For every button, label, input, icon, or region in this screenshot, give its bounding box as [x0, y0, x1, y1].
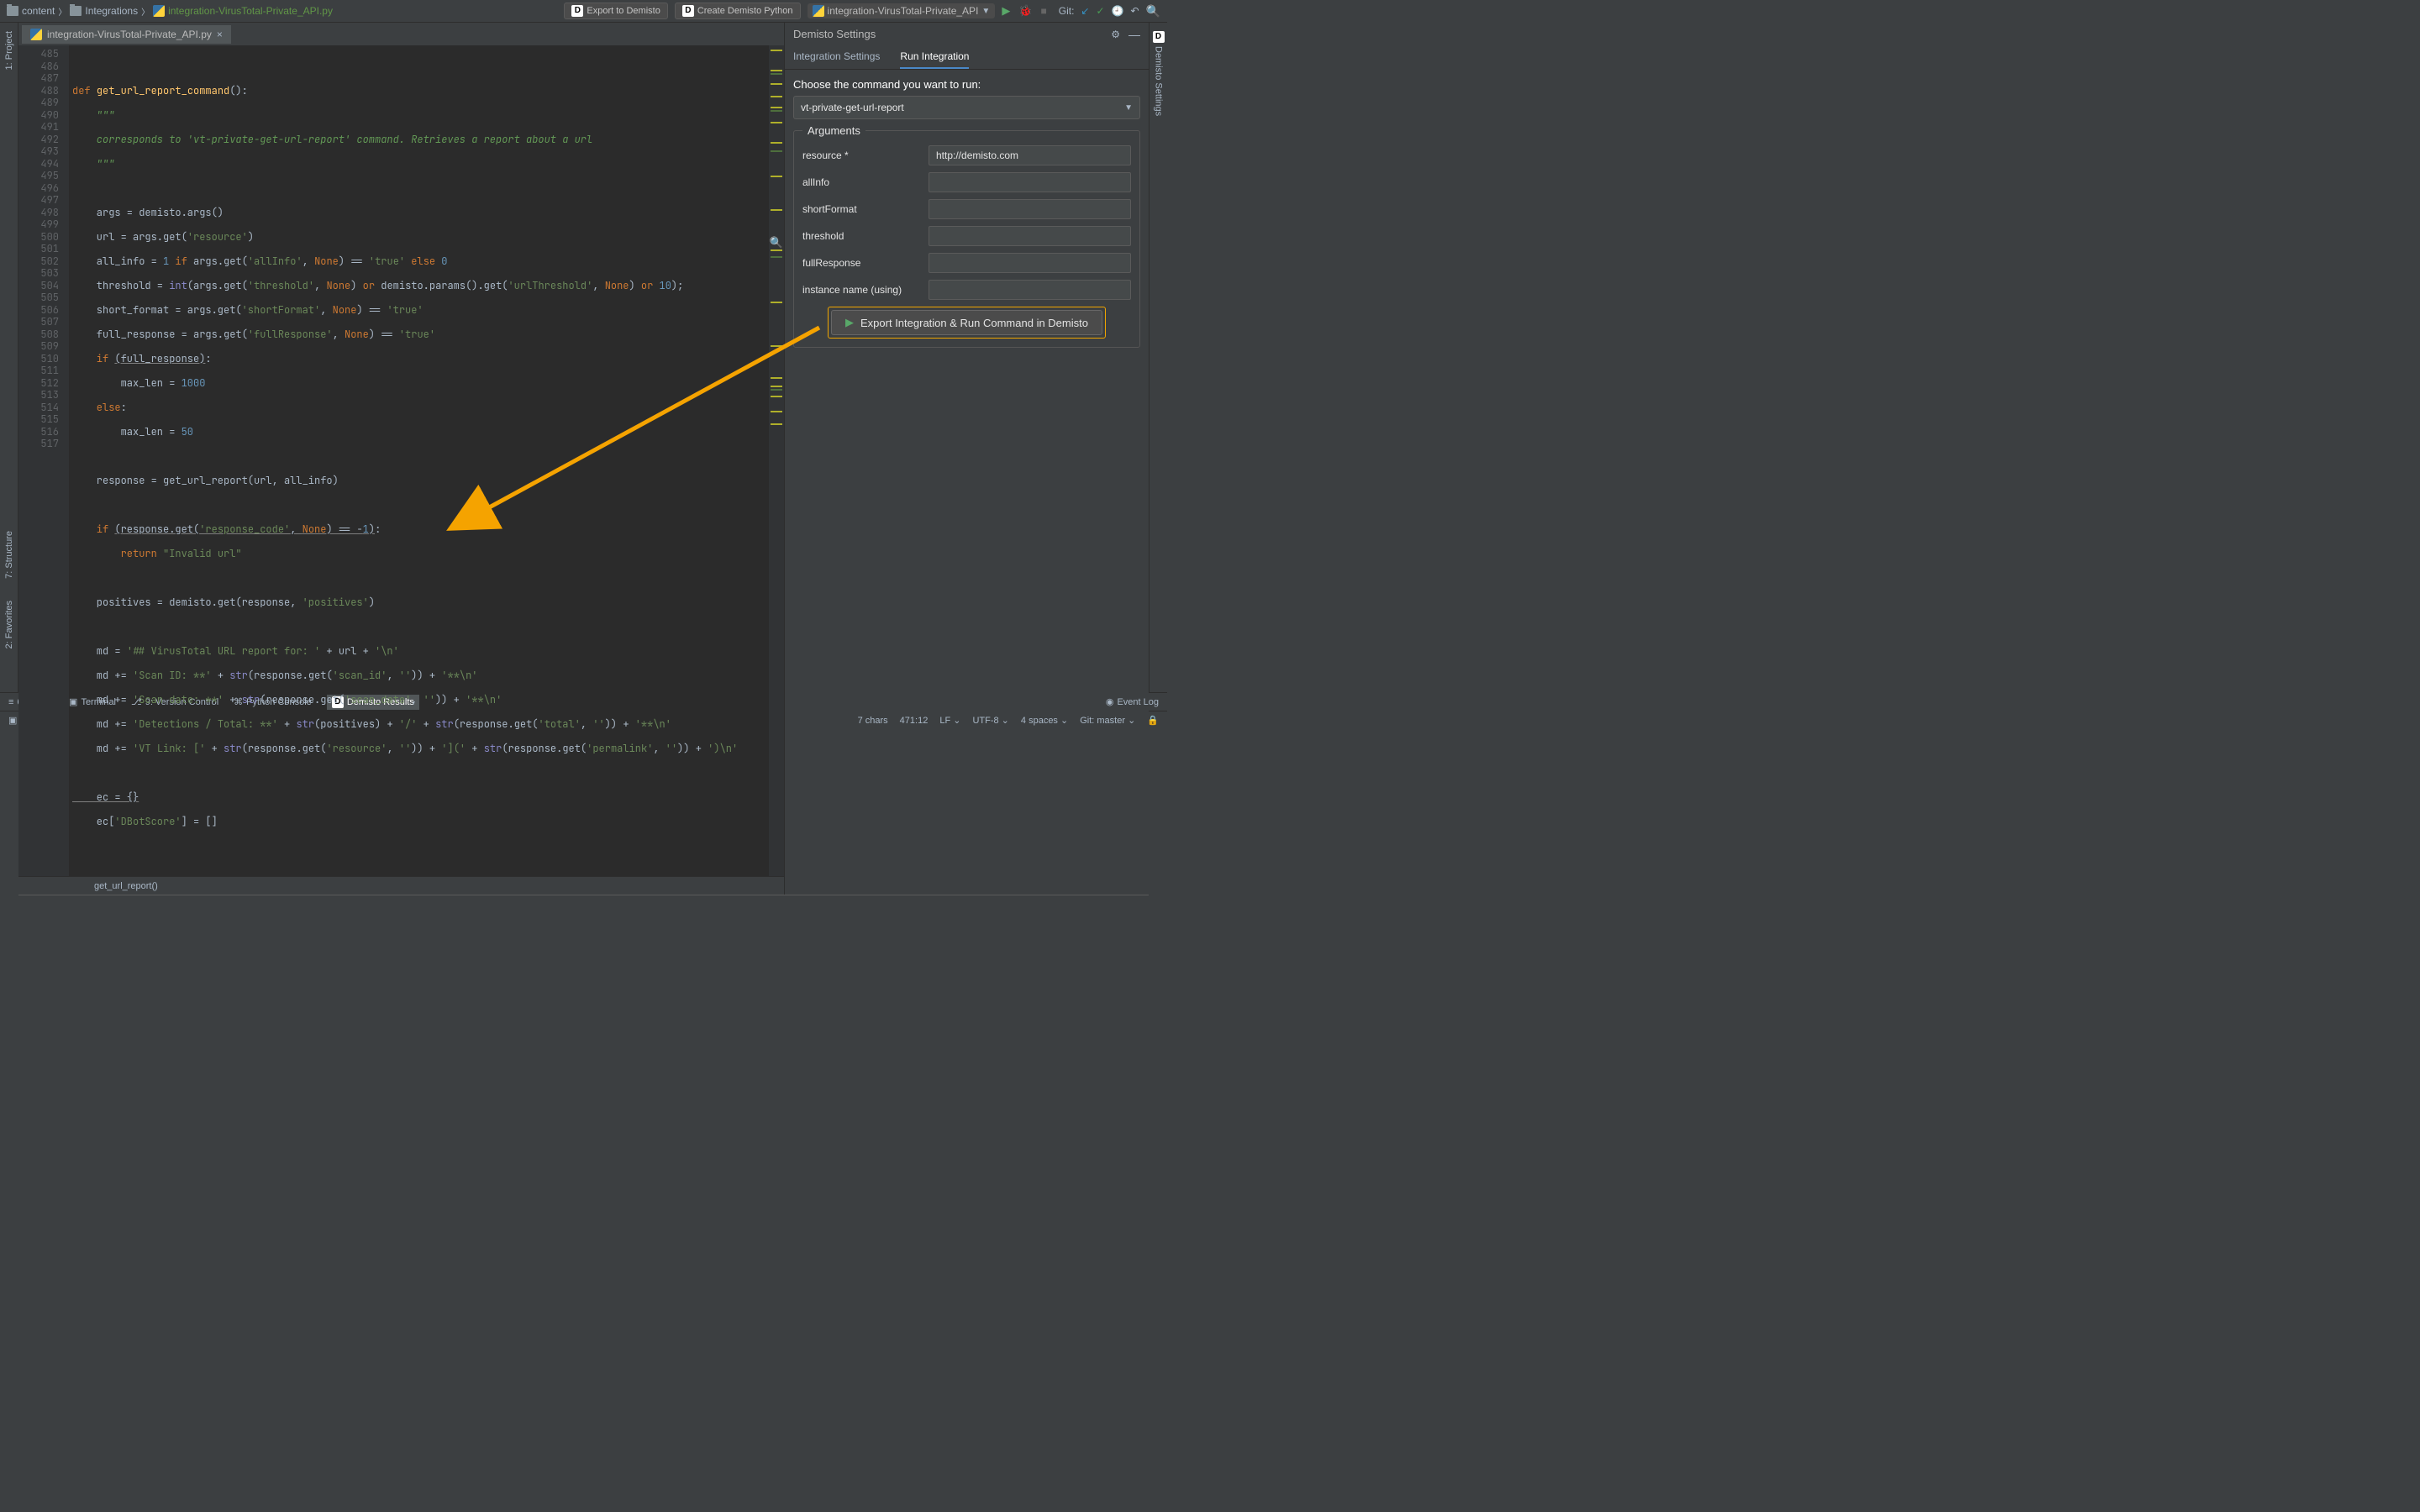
arg-threshold-input[interactable]	[929, 226, 1131, 246]
demisto-icon: D	[1153, 31, 1165, 43]
settings-body: Choose the command you want to run: vt-p…	[785, 70, 1149, 895]
arguments-legend: Arguments	[802, 124, 865, 137]
debug-icon[interactable]: 🐞	[1018, 4, 1032, 18]
status-chars: 7 chars	[858, 716, 888, 726]
editor-tab-row: integration-VirusTotal-Private_API.py ×	[18, 23, 784, 45]
status-indent[interactable]: 4 spaces ⌄	[1021, 715, 1068, 726]
arg-allinfo-label: allInfo	[802, 176, 920, 188]
play-icon: ▶	[845, 316, 854, 329]
gear-icon[interactable]: ⚙	[1111, 29, 1120, 40]
code-area[interactable]: 4854864874884894904914924934944954964974…	[18, 45, 784, 876]
arg-fullresponse-label: fullResponse	[802, 257, 920, 269]
lock-icon[interactable]: 🔒	[1147, 715, 1159, 726]
close-tab-icon[interactable]: ×	[217, 29, 223, 40]
choose-command-label: Choose the command you want to run:	[793, 78, 1140, 91]
demisto-icon: D	[571, 5, 583, 17]
run-config-label: integration-VirusTotal-Private_API	[828, 5, 979, 17]
center-column: integration-VirusTotal-Private_API.py × …	[18, 23, 1149, 692]
export-demisto-label: Export to Demisto	[587, 6, 660, 16]
python-file-icon	[30, 29, 42, 40]
breadcrumb-content[interactable]: content	[22, 5, 55, 17]
status-position[interactable]: 471:12	[900, 716, 929, 726]
search-icon[interactable]: 🔍	[1146, 4, 1160, 18]
file-tab[interactable]: integration-VirusTotal-Private_API.py ×	[22, 25, 231, 44]
arg-shortformat-label: shortFormat	[802, 203, 920, 215]
git-label: Git:	[1059, 5, 1075, 17]
file-tab-label: integration-VirusTotal-Private_API.py	[47, 29, 212, 40]
chevron-down-icon: ▼	[981, 7, 990, 16]
arguments-fieldset: Arguments resource * allInfo shortFormat	[793, 124, 1140, 348]
breadcrumb-integrations[interactable]: Integrations	[85, 5, 138, 17]
status-line-sep[interactable]: LF ⌄	[939, 715, 960, 726]
create-demisto-python-button[interactable]: D Create Demisto Python	[675, 3, 801, 19]
create-python-label: Create Demisto Python	[697, 6, 793, 16]
editor-pane: integration-VirusTotal-Private_API.py × …	[18, 23, 784, 895]
settings-title: Demisto Settings	[793, 28, 876, 40]
code-breadcrumb[interactable]: get_url_report()	[18, 876, 784, 895]
top-navigation-bar: content 〉 Integrations 〉 integration-Vir…	[0, 0, 1167, 23]
arg-resource-label: resource *	[802, 150, 920, 161]
export-button-highlight: ▶ Export Integration & Run Command in De…	[828, 307, 1106, 339]
command-selected-value: vt-private-get-url-report	[801, 102, 904, 113]
favorites-tool-tab[interactable]: 2: Favorites	[4, 597, 14, 652]
arg-fullresponse-input[interactable]	[929, 253, 1131, 273]
toolbar-buttons: D Export to Demisto D Create Demisto Pyt…	[564, 3, 1160, 19]
arg-instancename-input[interactable]	[929, 280, 1131, 300]
vcs-update-icon[interactable]: ↙	[1081, 5, 1089, 17]
editor-row: integration-VirusTotal-Private_API.py × …	[18, 23, 1149, 895]
left-tool-sidebar: 1: Project 7: Structure 2: Favorites	[0, 23, 18, 692]
project-tool-tab[interactable]: 1: Project	[4, 28, 14, 73]
run-icon[interactable]: ▶	[1002, 4, 1010, 18]
event-log-tab[interactable]: ◉ Event Log	[1106, 696, 1159, 707]
python-file-icon	[153, 5, 165, 17]
minimize-icon[interactable]: —	[1128, 28, 1140, 41]
demisto-settings-panel: Demisto Settings ⚙ — Integration Setting…	[784, 23, 1149, 895]
code-content[interactable]: def get_url_report_command(): """ corres…	[69, 45, 769, 876]
vcs-history-icon[interactable]: 🕘	[1112, 5, 1124, 17]
arg-allinfo-input[interactable]	[929, 172, 1131, 192]
status-left-icon[interactable]: ▣	[8, 715, 17, 726]
chevron-right-icon: 〉	[58, 5, 66, 18]
breadcrumb-file[interactable]: integration-VirusTotal-Private_API.py	[168, 5, 333, 17]
command-select[interactable]: vt-private-get-url-report ▼	[793, 96, 1140, 119]
git-controls: ↙ ✓ 🕘 ↶	[1081, 5, 1139, 17]
tab-integration-settings[interactable]: Integration Settings	[793, 45, 880, 69]
main-area: 1: Project 7: Structure 2: Favorites int…	[0, 23, 1167, 692]
run-configuration-selector[interactable]: integration-VirusTotal-Private_API ▼	[808, 3, 996, 18]
arg-shortformat-input[interactable]	[929, 199, 1131, 219]
chevron-down-icon: ▼	[1124, 103, 1133, 113]
chevron-right-icon: 〉	[141, 5, 150, 18]
line-gutter: 4854864874884894904914924934944954964974…	[18, 45, 69, 876]
settings-header: Demisto Settings ⚙ —	[785, 23, 1149, 45]
demisto-icon: D	[682, 5, 694, 17]
arg-resource-input[interactable]	[929, 145, 1131, 165]
export-button-label: Export Integration & Run Command in Demi…	[860, 317, 1088, 329]
tab-run-integration[interactable]: Run Integration	[900, 45, 969, 69]
python-file-icon	[813, 5, 824, 17]
right-tool-sidebar: D Demisto Settings	[1149, 23, 1167, 692]
status-encoding[interactable]: UTF-8 ⌄	[972, 715, 1008, 726]
stop-icon[interactable]: ■	[1041, 5, 1047, 17]
vcs-commit-icon[interactable]: ✓	[1096, 5, 1104, 17]
lens-icon[interactable]: 🔍	[769, 237, 784, 249]
breadcrumbs: content 〉 Integrations 〉 integration-Vir…	[7, 5, 560, 18]
export-and-run-button[interactable]: ▶ Export Integration & Run Command in De…	[831, 310, 1102, 335]
settings-tabs: Integration Settings Run Integration	[785, 45, 1149, 70]
demisto-settings-tool-tab[interactable]: D Demisto Settings	[1153, 28, 1165, 119]
vcs-revert-icon[interactable]: ↶	[1131, 5, 1139, 17]
export-to-demisto-button[interactable]: D Export to Demisto	[564, 3, 667, 19]
structure-tool-tab[interactable]: 7: Structure	[4, 528, 14, 582]
folder-icon	[70, 6, 82, 16]
status-git-branch[interactable]: Git: master ⌄	[1080, 715, 1135, 726]
arg-threshold-label: threshold	[802, 230, 920, 242]
arg-instancename-label: instance name (using)	[802, 284, 920, 296]
run-controls: ▶ 🐞 ■	[1002, 4, 1046, 18]
editor-scroll-strip[interactable]: 🔍	[769, 45, 784, 876]
folder-icon	[7, 6, 18, 16]
